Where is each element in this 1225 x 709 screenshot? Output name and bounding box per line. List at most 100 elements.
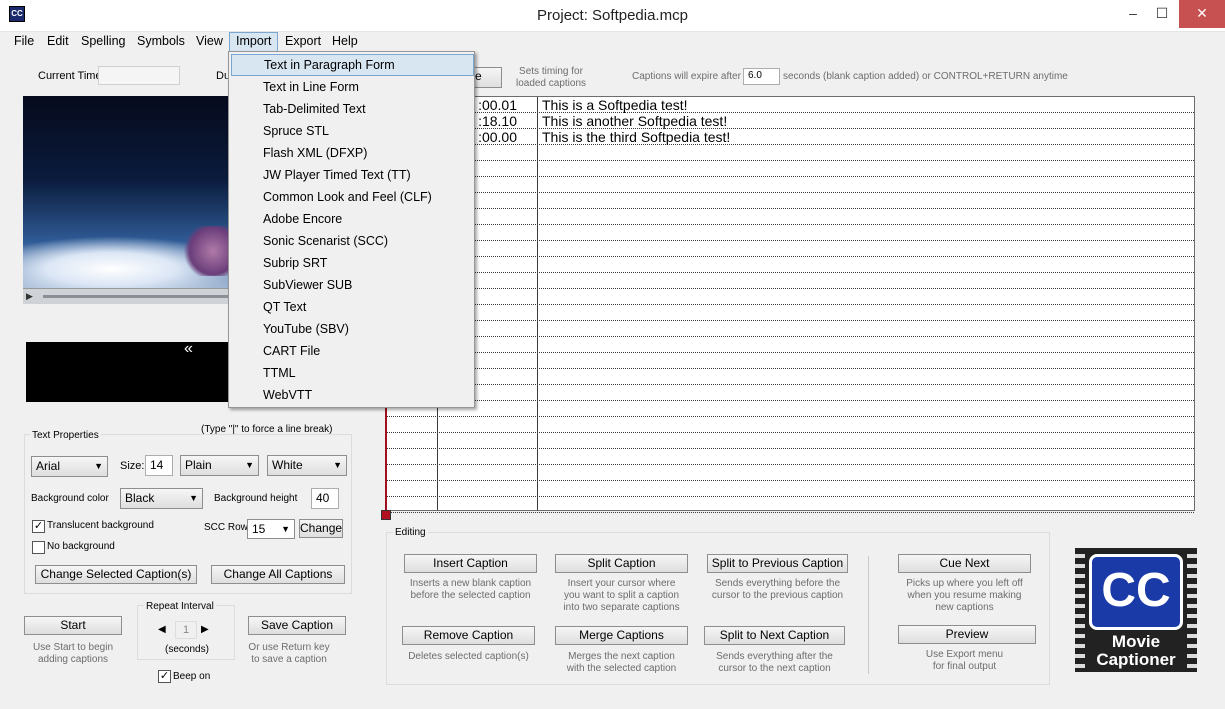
font-select[interactable]: Arial ▼ [31,456,108,477]
import-menu-item[interactable]: Subrip SRT [231,252,474,274]
bg-color-select[interactable]: Black ▼ [120,488,203,509]
split-to-next-button[interactable]: Split to Next Caption [704,626,845,645]
menu-symbols[interactable]: Symbols [131,32,191,52]
table-row[interactable] [387,449,1194,465]
beep-label: Beep on [173,671,211,682]
table-row[interactable] [387,145,1194,161]
table-row[interactable] [387,257,1194,273]
import-menu-item[interactable]: Spruce STL [231,120,474,142]
chevron-down-icon: ▼ [281,524,290,534]
import-menu-item[interactable]: Common Look and Feel (CLF) [231,186,474,208]
caption-preview: « [26,340,231,402]
menu-view[interactable]: View [190,32,229,52]
merge-captions-button[interactable]: Merge Captions [555,626,688,645]
style-select[interactable]: Plain ▼ [180,455,259,476]
split-caption-button[interactable]: Split Caption [555,554,688,573]
repeat-interval-value[interactable]: 1 [175,621,197,639]
table-row[interactable] [387,417,1194,433]
import-menu-item[interactable]: SubViewer SUB [231,274,474,296]
import-menu-item[interactable]: Sonic Scenarist (SCC) [231,230,474,252]
chevron-down-icon: ▼ [245,460,254,470]
start-button[interactable]: Start [24,616,122,635]
table-row[interactable]: :18.10 This is another Softpedia test! [387,113,1194,129]
import-menu-item[interactable]: Text in Line Form [231,76,474,98]
size-input[interactable]: 14 [145,455,173,476]
remove-caption-button[interactable]: Remove Caption [402,626,535,645]
scc-row-label: SCC Row: [204,522,251,533]
arrow-right-icon[interactable]: ▶ [201,624,209,635]
menu-bar: File Edit Spelling Symbols View Import E… [0,32,1225,52]
insert-caption-button[interactable]: Insert Caption [404,554,537,573]
no-background-checkbox[interactable] [32,541,45,554]
import-menu-item[interactable]: WebVTT [231,384,474,406]
table-row[interactable] [387,337,1194,353]
import-menu-item[interactable]: JW Player Timed Text (TT) [231,164,474,186]
expire-input[interactable]: 6.0 [743,68,780,85]
table-row[interactable] [387,465,1194,481]
timeline-handle[interactable] [381,510,391,520]
preview-button[interactable]: Preview [898,625,1036,644]
current-time-label: Current Time: [38,70,105,82]
import-menu-item[interactable]: TTML [231,362,474,384]
table-row[interactable] [387,353,1194,369]
video-preview[interactable]: ▶ [23,96,244,304]
color-select[interactable]: White ▼ [267,455,347,476]
menu-spelling[interactable]: Spelling [75,32,131,52]
import-menu-item[interactable]: CART File [231,340,474,362]
split-to-next-hint: Sends everything after the cursor to the… [716,651,833,674]
table-row[interactable] [387,321,1194,337]
play-icon[interactable]: ▶ [26,291,37,302]
menu-file[interactable]: File [8,32,40,52]
scc-row-select[interactable]: 15 ▼ [247,519,295,539]
table-row[interactable] [387,177,1194,193]
import-menu-item[interactable]: Text in Paragraph Form [231,54,474,76]
no-background-label: No background [47,541,115,552]
repeat-interval-legend: Repeat Interval [144,601,216,612]
menu-export[interactable]: Export [279,32,327,52]
repeat-interval-unit: (seconds) [165,644,209,655]
maximize-button[interactable]: ☐ [1145,0,1179,28]
table-row[interactable] [387,497,1194,513]
insert-caption-hint: Inserts a new blank caption before the s… [409,578,532,601]
import-menu-item[interactable]: Adobe Encore [231,208,474,230]
caption-nav-symbol: « [184,340,193,357]
window-title: Project: Softpedia.mcp [537,7,688,24]
table-row[interactable] [387,241,1194,257]
table-row[interactable] [387,433,1194,449]
import-menu-item[interactable]: YouTube (SBV) [231,318,474,340]
table-row[interactable] [387,305,1194,321]
translucent-checkbox[interactable]: ✓ [32,520,45,533]
expire-suffix: seconds (blank caption added) or CONTROL… [783,71,1068,82]
menu-help[interactable]: Help [326,32,364,52]
arrow-left-icon[interactable]: ◀ [158,624,166,635]
import-menu-item[interactable]: Tab-Delimited Text [231,98,474,120]
menu-edit[interactable]: Edit [41,32,75,52]
import-menu-item[interactable]: Flash XML (DFXP) [231,142,474,164]
table-row[interactable] [387,385,1194,401]
beep-checkbox[interactable]: ✓ [158,670,171,683]
table-row[interactable] [387,209,1194,225]
change-selected-button[interactable]: Change Selected Caption(s) [35,565,197,584]
table-row[interactable]: :00.00 This is the third Softpedia test! [387,129,1194,145]
table-row[interactable] [387,401,1194,417]
caption-table[interactable]: :00.01 This is a Softpedia test! :18.10 Th… [386,96,1195,513]
bg-height-input[interactable]: 40 [311,488,339,509]
table-row[interactable] [387,369,1194,385]
import-menu-item[interactable]: QT Text [231,296,474,318]
table-row[interactable] [387,273,1194,289]
close-button[interactable]: ✕ [1179,0,1225,28]
change-all-button[interactable]: Change All Captions [211,565,345,584]
table-row[interactable] [387,225,1194,241]
cue-next-button[interactable]: Cue Next [898,554,1031,573]
table-row[interactable] [387,289,1194,305]
table-row[interactable] [387,161,1194,177]
table-row[interactable]: :00.01 This is a Softpedia test! [387,97,1194,113]
table-row[interactable] [387,193,1194,209]
split-to-previous-button[interactable]: Split to Previous Caption [707,554,848,573]
save-caption-button[interactable]: Save Caption [248,616,346,635]
menu-import[interactable]: Import [229,32,279,52]
seek-bar[interactable] [43,295,241,298]
table-row[interactable] [387,481,1194,497]
current-time-field[interactable] [98,66,180,85]
change-button[interactable]: Change [299,519,343,538]
